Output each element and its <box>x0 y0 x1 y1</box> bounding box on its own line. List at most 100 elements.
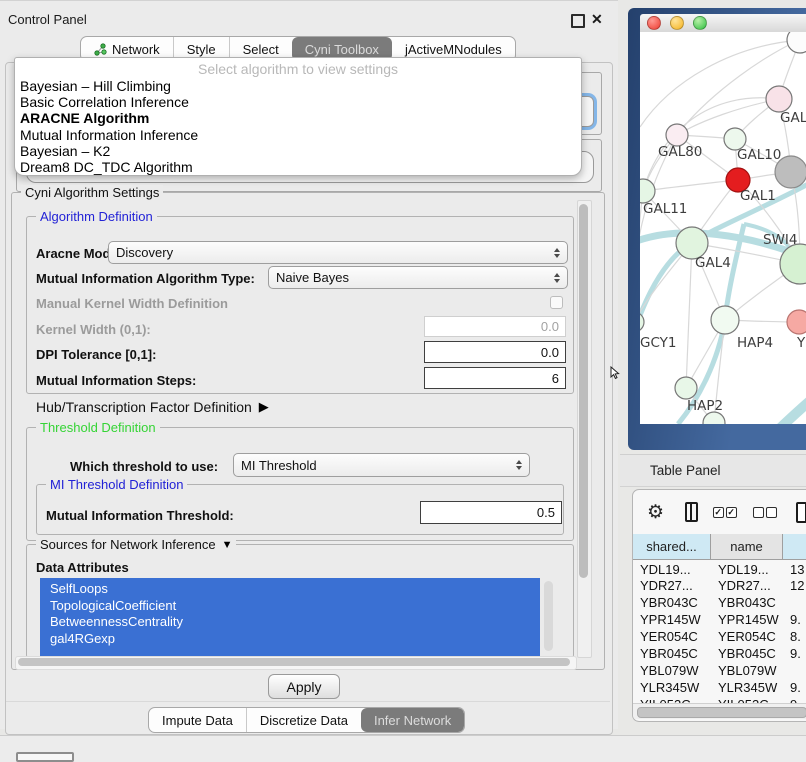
table-cell[interactable]: 13 <box>783 560 806 577</box>
dropdown-item[interactable]: Dream8 DC_TDC Algorithm <box>15 159 581 175</box>
mi-algorithm-type-combo[interactable]: Naive Bayes <box>268 266 568 289</box>
minimized-panel-tab[interactable] <box>16 752 74 762</box>
table-cell[interactable]: YPR145W <box>633 611 711 628</box>
tab-style-label: Style <box>187 42 216 57</box>
table-cell[interactable]: YDL19... <box>633 560 711 577</box>
node-label: SWI4 <box>763 232 798 248</box>
apply-button[interactable]: Apply <box>268 674 340 699</box>
table-cell[interactable] <box>783 662 806 679</box>
mi-steps-label: Mutual Information Steps: <box>36 373 196 388</box>
table-cell[interactable]: 8. <box>783 628 806 645</box>
mi-steps-field[interactable] <box>424 367 566 389</box>
table-cell[interactable]: YBL079W <box>633 662 711 679</box>
sources-title: Sources for Network Inference <box>40 537 216 552</box>
table-panel-bar: Table Panel <box>620 454 806 487</box>
node-gal-pink[interactable] <box>766 86 792 112</box>
dropdown-item[interactable]: Bayesian – Hill Climbing <box>15 78 581 94</box>
node-label: GAL10 <box>737 147 781 163</box>
attribute-item-selected[interactable]: TopologicalCoefficient <box>40 598 540 615</box>
table-cell[interactable]: 9. <box>783 645 806 662</box>
export-table-icon[interactable] <box>796 502 806 523</box>
table-cell[interactable]: YPR145W <box>711 611 783 628</box>
data-attributes-label: Data Attributes <box>36 560 129 575</box>
column-header-shared-name[interactable]: shared... <box>633 534 711 560</box>
column-header-clipped[interactable] <box>783 534 806 560</box>
table-cell[interactable]: YLR345W <box>633 679 711 696</box>
dpi-tolerance-field[interactable] <box>424 341 566 363</box>
settings-group-title: Cyni Algorithm Settings <box>21 185 163 200</box>
select-all-columns-icon[interactable]: ✓ ✓ <box>713 507 737 518</box>
settings-vertical-scrollbar-thumb[interactable] <box>579 204 588 578</box>
tab-discretize-data[interactable]: Discretize Data <box>246 708 361 732</box>
node-hap4[interactable] <box>711 306 739 334</box>
tab-cyni-toolbox-label: Cyni Toolbox <box>305 42 379 57</box>
tab-infer-network[interactable]: Infer Network <box>361 708 464 732</box>
tab-impute-data[interactable]: Impute Data <box>149 708 246 732</box>
settings-vertical-scrollbar[interactable] <box>577 200 592 658</box>
unchecked-box-icon <box>766 507 777 518</box>
attribute-item-selected[interactable]: SelfLoops <box>40 578 540 598</box>
thick-edges <box>640 182 806 424</box>
table-cell[interactable]: YDL19... <box>711 560 783 577</box>
table-cell[interactable] <box>783 594 806 611</box>
table-cell[interactable]: YDR27... <box>633 577 711 594</box>
attributes-list-scrollbar[interactable] <box>544 581 553 651</box>
dropdown-item[interactable]: Bayesian – K2 <box>15 143 581 159</box>
dropdown-item-selected[interactable]: ARACNE Algorithm <box>15 110 581 126</box>
checked-box-icon: ✓ <box>726 507 737 518</box>
settings-horizontal-scrollbar-thumb[interactable] <box>18 658 570 666</box>
tab-jactivemnodules-label: jActiveMNodules <box>405 42 502 57</box>
node-unlabeled[interactable] <box>787 32 806 53</box>
manual-kernel-width-label: Manual Kernel Width Definition <box>36 296 228 311</box>
manual-kernel-width-checkbox <box>550 296 563 309</box>
which-threshold-combo[interactable]: MI Threshold <box>233 453 530 477</box>
table-cell[interactable]: YER054C <box>711 628 783 645</box>
hub-definition-expander[interactable]: Hub/Transcription Factor Definition ▶ <box>36 399 269 415</box>
table-cell[interactable]: YDR27... <box>711 577 783 594</box>
table-horizontal-scrollbar[interactable] <box>633 703 806 719</box>
tab-select-label: Select <box>243 42 279 57</box>
deselect-all-columns-icon[interactable] <box>753 507 777 518</box>
tab-infer-network-label: Infer Network <box>374 713 451 728</box>
gear-icon[interactable]: ⚙ <box>647 503 664 522</box>
column-header-name[interactable]: name <box>711 534 783 560</box>
which-threshold-label: Which threshold to use: <box>70 459 218 474</box>
table-panel-title: Table Panel <box>620 463 721 478</box>
dropdown-prompt: Select algorithm to view settings <box>15 58 581 78</box>
zoom-traffic-light-icon[interactable] <box>693 16 707 30</box>
node-label: HAP4 <box>737 335 773 351</box>
columns-icon[interactable] <box>685 502 698 522</box>
dropdown-item[interactable]: Basic Correlation Inference <box>15 94 581 110</box>
stepper-arrows-icon <box>546 273 560 283</box>
aracne-mode-combo[interactable]: Discovery <box>108 241 568 264</box>
table-cell[interactable]: 9. <box>783 679 806 696</box>
network-canvas[interactable]: GAL GAL80 GAL10 GAL1 GAL11 GAL4 SWI4 GCY… <box>640 32 806 424</box>
table-cell[interactable]: YBR045C <box>633 645 711 662</box>
table-cell[interactable]: 9. <box>783 611 806 628</box>
dropdown-item[interactable]: Mutual Information Inference <box>15 127 581 143</box>
mi-threshold-field[interactable] <box>420 501 562 524</box>
node-gal11[interactable] <box>640 179 655 203</box>
table-cell[interactable]: 12 <box>783 577 806 594</box>
settings-horizontal-scrollbar[interactable] <box>15 656 577 670</box>
float-window-icon[interactable] <box>571 14 585 28</box>
table-cell[interactable]: YBR043C <box>711 594 783 611</box>
kernel-width-field <box>424 316 566 337</box>
table-cell[interactable]: YBR043C <box>633 594 711 611</box>
node-gal80[interactable] <box>666 124 688 146</box>
table-cell[interactable]: YLR345W <box>711 679 783 696</box>
node-salmon[interactable] <box>787 310 806 334</box>
minimize-traffic-light-icon[interactable] <box>670 16 684 30</box>
table-horizontal-scrollbar-thumb[interactable] <box>637 707 806 718</box>
node-label: HAP2 <box>687 398 723 414</box>
close-window-icon[interactable]: ✕ <box>591 12 603 26</box>
table-cell[interactable]: YER054C <box>633 628 711 645</box>
attribute-item-selected[interactable]: gal4RGexp <box>40 631 540 648</box>
close-traffic-light-icon[interactable] <box>647 16 661 30</box>
node-hap2[interactable] <box>675 377 697 399</box>
mi-threshold-label: Mutual Information Threshold: <box>46 508 234 523</box>
table-cell[interactable]: YBR045C <box>711 645 783 662</box>
table-cell[interactable]: YBL079W <box>711 662 783 679</box>
sources-collapse-header[interactable]: Sources for Network Inference ▼ <box>36 537 236 552</box>
attribute-item-selected[interactable]: BetweennessCentrality <box>40 614 540 631</box>
